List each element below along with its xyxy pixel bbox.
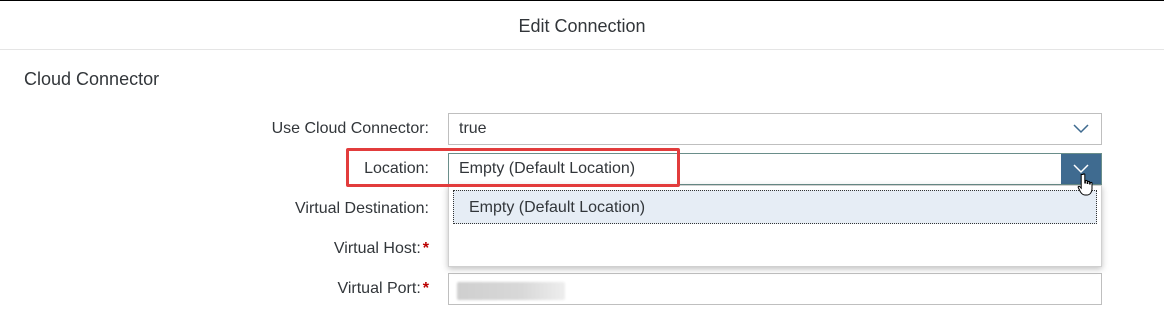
highlight-annotation — [346, 148, 680, 187]
chevron-down-icon[interactable] — [1061, 114, 1101, 144]
virtual-port-input[interactable] — [448, 273, 1102, 305]
use-cloud-connector-label: Use Cloud Connector: — [271, 120, 429, 137]
required-marker: * — [422, 240, 429, 257]
use-cloud-connector-select[interactable]: true — [448, 113, 1102, 145]
required-marker: * — [422, 280, 429, 297]
redacted-value — [457, 282, 565, 300]
virtual-host-label: Virtual Host: * — [334, 240, 429, 258]
use-cloud-connector-value: true — [459, 120, 487, 137]
dropdown-option-label: Empty (Default Location) — [469, 199, 646, 216]
virtual-destination-label: Virtual Destination: — [295, 200, 429, 217]
location-dropdown-list: Empty (Default Location) — [448, 185, 1102, 267]
virtual-port-label: Virtual Port: * — [337, 280, 429, 298]
dropdown-option[interactable]: Empty (Default Location) — [453, 190, 1097, 224]
dialog-header: Edit Connection — [0, 0, 1164, 50]
dialog-title: Edit Connection — [518, 16, 646, 36]
virtual-host-label-text: Virtual Host: — [333, 240, 421, 257]
hand-pointer-icon — [1077, 173, 1095, 202]
virtual-port-label-text: Virtual Port: — [337, 280, 421, 297]
section-title: Cloud Connector — [24, 69, 160, 89]
